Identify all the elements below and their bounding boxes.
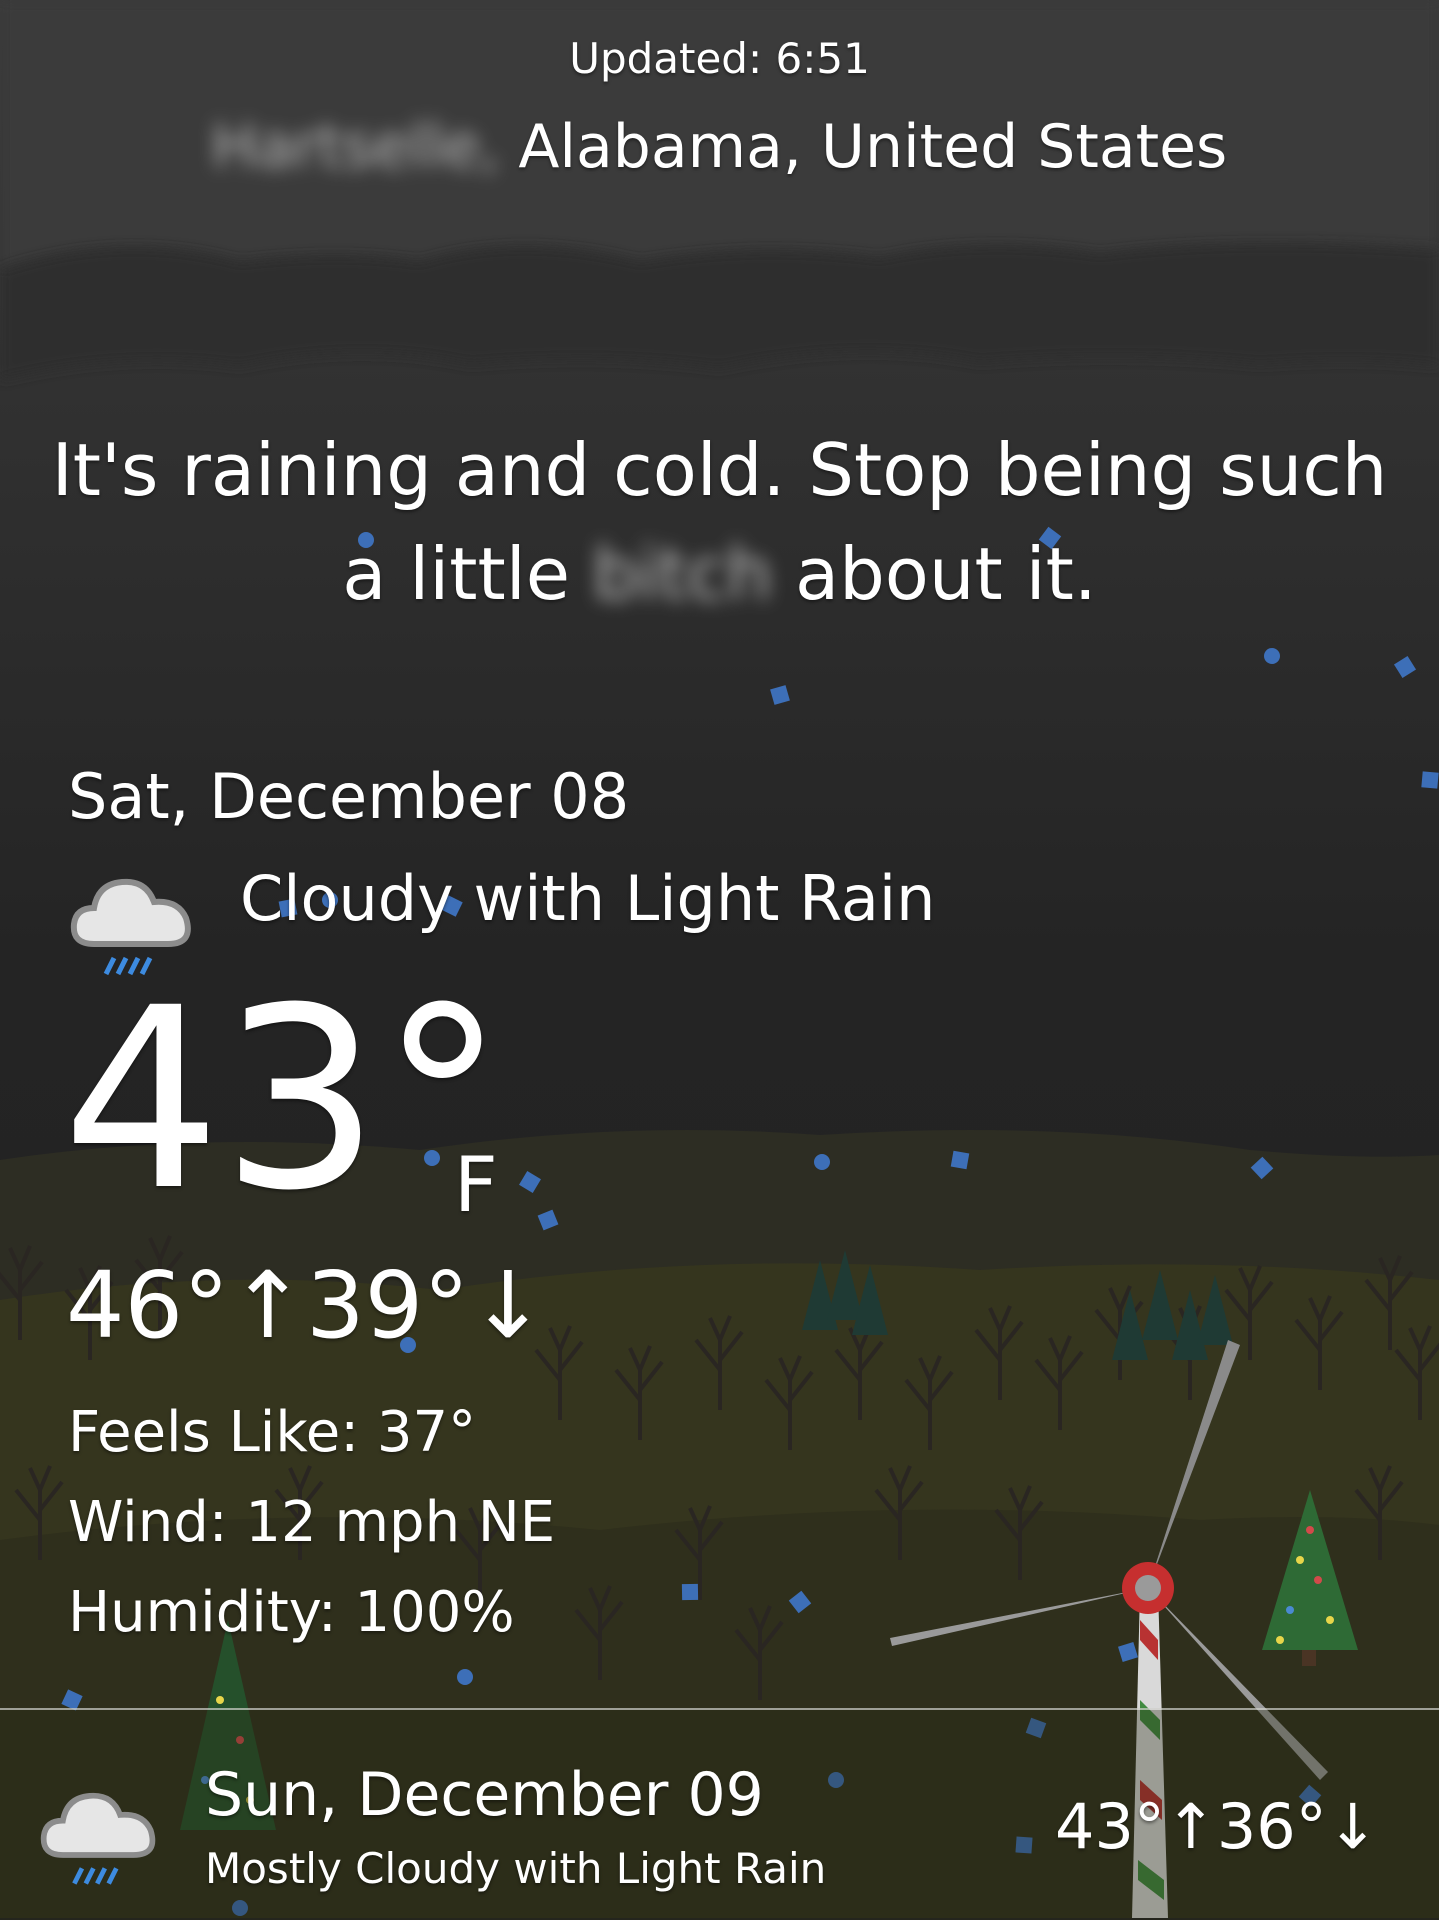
today-high-low: 46°↑39°↓ (66, 1252, 547, 1359)
updated-time: Updated: 6:51 (569, 34, 870, 83)
forecast-date: Sun, December 09 (205, 1760, 764, 1830)
message-part-2: about it. (772, 532, 1097, 616)
temperature-unit: F (454, 1140, 498, 1229)
humidity: Humidity: 100% (68, 1580, 515, 1645)
rain-particle (1264, 648, 1280, 664)
forecast-high-low: 43°↑36°↓ (1055, 1790, 1379, 1863)
location-region: Alabama, United States (518, 112, 1228, 182)
rain-particle (950, 1150, 970, 1170)
rain-particle (814, 1154, 830, 1170)
forecast-condition: Mostly Cloudy with Light Rain (205, 1844, 827, 1893)
weather-message: It's raining and cold. Stop being such a… (40, 418, 1399, 626)
feels-like: Feels Like: 37° (68, 1400, 477, 1465)
cloud-band (0, 243, 1439, 380)
location: Hartselle, Alabama, United States (0, 112, 1439, 182)
today-date: Sat, December 08 (68, 760, 630, 833)
rain-particle (1421, 771, 1439, 789)
message-blurred-word: bitch (592, 532, 773, 616)
rain-particle (681, 1583, 699, 1601)
cloud-rain-icon (40, 1792, 156, 1885)
today-condition: Cloudy with Light Rain (240, 862, 936, 935)
current-temperature: 43° (62, 954, 506, 1245)
wind: Wind: 12 mph NE (68, 1490, 556, 1555)
rain-particle (457, 1669, 473, 1685)
location-city-blurred: Hartselle, (211, 112, 500, 182)
forecast-row[interactable]: Sun, December 09 Mostly Cloudy with Ligh… (0, 1708, 1439, 1920)
